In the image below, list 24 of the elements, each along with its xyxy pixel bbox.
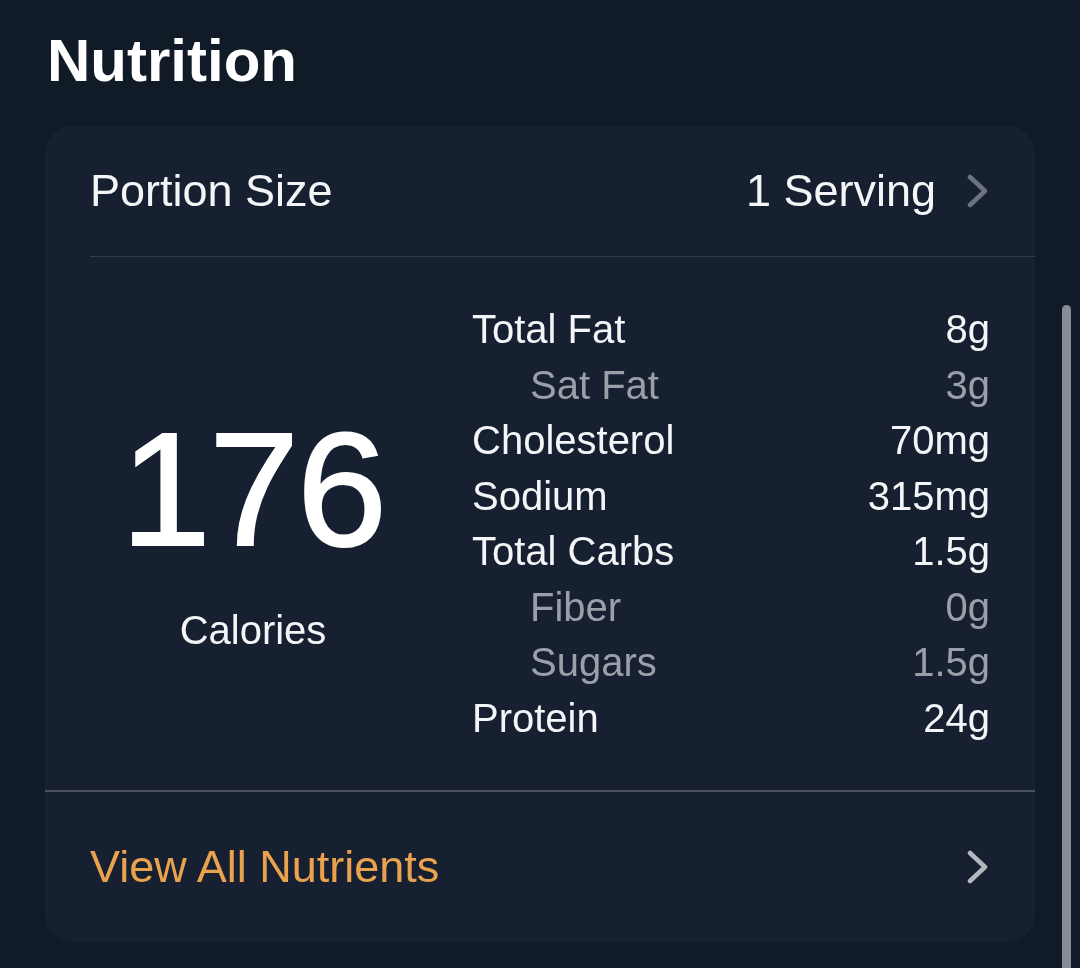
calories-label: Calories <box>179 607 327 654</box>
nutrient-name: Total Fat <box>472 306 626 353</box>
nutrient-name: Protein <box>472 694 599 741</box>
portion-size-label: Portion Size <box>90 165 333 217</box>
chevron-right-icon[interactable] <box>966 850 990 884</box>
nutrient-name: Fiber <box>530 583 622 630</box>
nutrient-amount: 0g <box>945 583 990 630</box>
nutrient-name: Total Carbs <box>472 528 675 575</box>
view-all-nutrients-link[interactable]: View All Nutrients <box>90 841 440 893</box>
nutrient-amount: 8g <box>945 306 990 353</box>
nutrient-amount: 24g <box>923 694 990 741</box>
section-title: Nutrition <box>47 26 297 96</box>
nutrient-name: Sugars <box>530 639 657 686</box>
nutrient-amount: 3g <box>945 361 990 408</box>
calorie-count: 176 <box>120 419 386 559</box>
nutrient-name: Sodium <box>472 472 608 519</box>
nutrient-amount: 70mg <box>889 417 990 464</box>
nutrient-name: Cholesterol <box>472 417 675 464</box>
nutrient-name: Sat Fat <box>530 361 659 408</box>
nutrient-amount: 1.5g <box>912 639 990 686</box>
nutrient-amount: 315mg <box>867 472 990 519</box>
chevron-right-icon <box>966 174 990 208</box>
serving-button[interactable]: 1 Serving <box>745 165 990 217</box>
nutrient-amount: 1.5g <box>912 528 990 575</box>
